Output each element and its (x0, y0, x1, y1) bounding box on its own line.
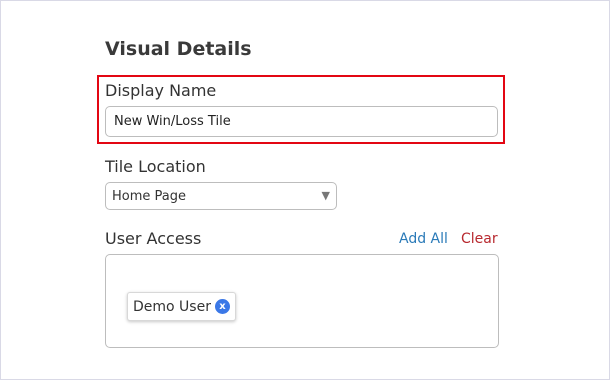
tile-location-label: Tile Location (105, 157, 206, 176)
clear-link[interactable]: Clear (461, 231, 498, 247)
user-access-box[interactable]: Demo User x (105, 254, 499, 348)
chevron-down-icon: ▼ (321, 189, 330, 202)
tile-location-value: Home Page (112, 189, 186, 204)
section-title: Visual Details (105, 38, 252, 60)
user-chip-label: Demo User (133, 298, 211, 315)
user-chip: Demo User x (127, 292, 236, 321)
tile-location-select[interactable]: Home Page ▼ (105, 182, 337, 210)
remove-icon[interactable]: x (214, 299, 230, 314)
user-access-label: User Access (105, 229, 202, 248)
add-all-link[interactable]: Add All (399, 231, 448, 247)
display-name-label: Display Name (105, 81, 217, 100)
display-name-input[interactable] (105, 106, 498, 137)
